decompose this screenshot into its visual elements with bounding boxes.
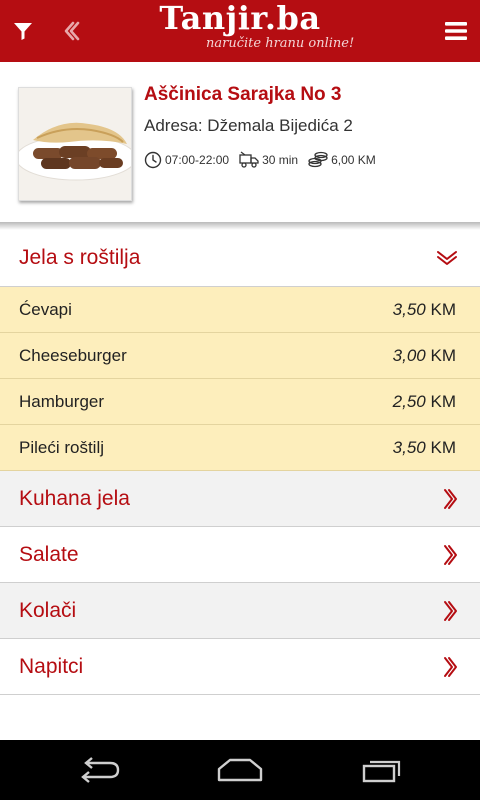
- chevron-left-double-icon: [64, 21, 80, 41]
- nav-back-icon: [81, 757, 120, 783]
- menu-item-hamburger[interactable]: Hamburger 2,50 KM: [0, 379, 480, 425]
- delivery-info: 30 min: [239, 151, 298, 169]
- category-label: Kuhana jela: [19, 486, 130, 510]
- chevron-down-double-icon: [436, 249, 458, 267]
- item-price: 3,50 KM: [392, 299, 456, 319]
- coins-icon: [308, 151, 328, 168]
- restaurant-card: Aščinica Sarajka No 3 Adresa: Džemala Bi…: [0, 62, 480, 224]
- filter-icon: [14, 23, 32, 40]
- category-napitci[interactable]: Napitci: [0, 639, 480, 695]
- item-name: Hamburger: [19, 391, 105, 411]
- hours-info: 07:00-22:00: [144, 151, 229, 169]
- nav-home-icon: [217, 758, 263, 782]
- category-jela-s-rostilja[interactable]: Jela s roštilja: [0, 230, 480, 287]
- menu-item-pileci-rostilj[interactable]: Pileći roštilj 3,50 KM: [0, 425, 480, 471]
- filter-button[interactable]: [0, 0, 46, 62]
- category-kolaci[interactable]: Kolači: [0, 583, 480, 639]
- hamburger-menu-icon: [445, 22, 467, 40]
- item-price: 3,50 KM: [392, 437, 456, 457]
- category-label: Napitci: [19, 654, 84, 678]
- chevron-right-double-icon: [442, 488, 458, 510]
- card-shadow: [0, 222, 480, 230]
- nav-recents-button[interactable]: [342, 740, 422, 800]
- category-label: Kolači: [19, 598, 77, 622]
- category-salate[interactable]: Salate: [0, 527, 480, 583]
- chevron-right-double-icon: [442, 656, 458, 678]
- category-label: Salate: [19, 542, 79, 566]
- restaurant-meta: 07:00-22:00 30 min 6,00 KM: [144, 150, 386, 170]
- item-name: Pileći roštilj: [19, 437, 105, 457]
- item-price: 2,50 KM: [392, 391, 456, 411]
- delivery-truck-icon: [239, 151, 259, 168]
- menu-list: Jela s roštilja Ćevapi 3,50 KM Cheesebur…: [0, 230, 480, 695]
- clock-icon: [144, 151, 162, 169]
- restaurant-photo: [18, 87, 132, 201]
- min-order-amount: 6,00 KM: [331, 153, 376, 167]
- nav-home-button[interactable]: [200, 740, 280, 800]
- item-name: Cheeseburger: [19, 345, 127, 365]
- min-order-info: 6,00 KM: [308, 151, 376, 169]
- nav-recents-icon: [362, 760, 401, 783]
- nav-back-button[interactable]: [60, 740, 140, 800]
- category-kuhana-jela[interactable]: Kuhana jela: [0, 471, 480, 527]
- delivery-time: 30 min: [262, 153, 299, 167]
- menu-item-cheeseburger[interactable]: Cheeseburger 3,00 KM: [0, 333, 480, 379]
- restaurant-address: Adresa: Džemala Bijedića 2: [144, 116, 353, 135]
- back-button[interactable]: [54, 0, 90, 62]
- app-header: Tanjir.ba naručite hranu online!: [0, 0, 480, 62]
- category-label: Jela s roštilja: [19, 246, 141, 269]
- menu-button[interactable]: [432, 0, 480, 62]
- logo-subtitle: naručite hranu online!: [206, 36, 355, 51]
- opening-hours: 07:00-22:00: [165, 153, 230, 167]
- chevron-right-double-icon: [442, 600, 458, 622]
- chevron-right-double-icon: [442, 544, 458, 566]
- item-name: Ćevapi: [19, 299, 72, 319]
- menu-item-cevapi[interactable]: Ćevapi 3,50 KM: [0, 287, 480, 333]
- item-price: 3,00 KM: [392, 345, 456, 365]
- restaurant-name: Aščinica Sarajka No 3: [144, 84, 342, 105]
- system-nav-bar: [0, 740, 480, 800]
